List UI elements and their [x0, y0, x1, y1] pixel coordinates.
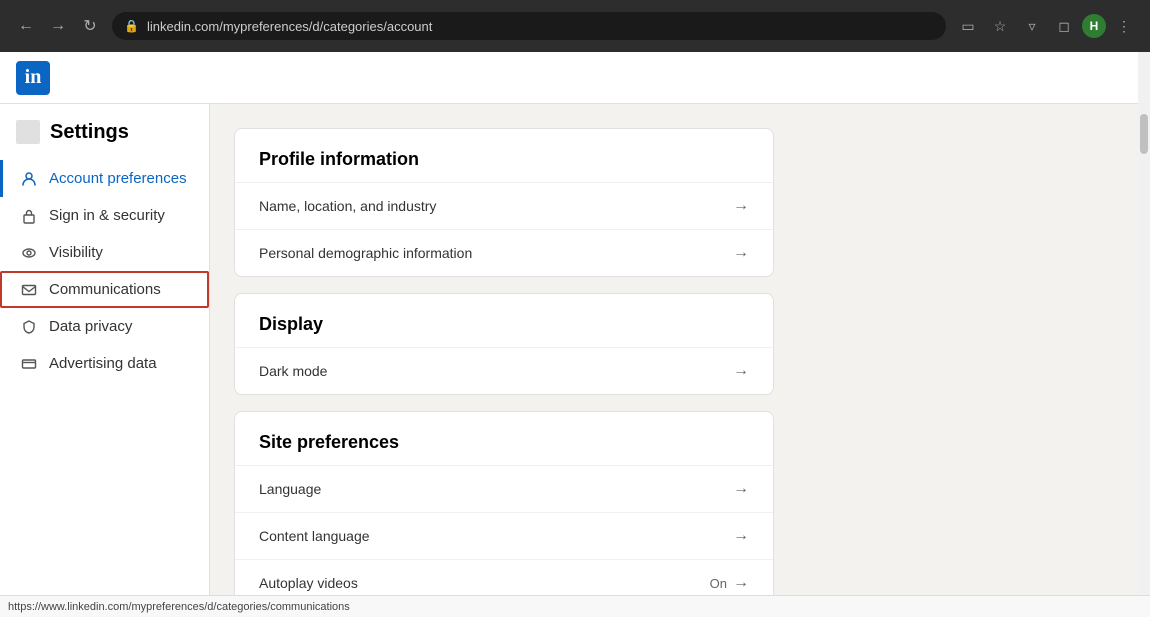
linkedin-logo[interactable]: in: [16, 61, 50, 95]
profile-information-card: Profile information Name, location, and …: [234, 128, 774, 277]
settings-title: Settings: [50, 121, 129, 144]
scrollbar-thumb: [1140, 114, 1148, 154]
lock-icon: 🔒: [124, 19, 139, 33]
display-title: Display: [235, 294, 773, 347]
sidebar-toggle-button[interactable]: ◻: [1050, 12, 1078, 40]
personal-demographic-arrow: →: [733, 244, 749, 262]
name-location-label: Name, location, and industry: [259, 198, 436, 214]
cast-button[interactable]: ▭: [954, 12, 982, 40]
status-url: https://www.linkedin.com/mypreferences/d…: [8, 601, 350, 613]
settings-icon: [16, 120, 40, 144]
sidebar-item-data-privacy[interactable]: Data privacy: [0, 308, 209, 345]
sidebar-item-label-data-privacy: Data privacy: [49, 318, 132, 335]
display-card: Display Dark mode →: [234, 293, 774, 395]
user-avatar-button[interactable]: H: [1082, 14, 1106, 38]
forward-button[interactable]: →: [44, 12, 72, 40]
main-area: Settings Account preferences: [0, 104, 1150, 595]
bookmark-button[interactable]: ☆: [986, 12, 1014, 40]
autoplay-videos-arrow: →: [733, 574, 749, 592]
linkedin-header: in: [0, 52, 1150, 104]
sidebar-item-communications[interactable]: Communications: [0, 271, 209, 308]
settings-title-area: Settings: [0, 120, 209, 160]
data-privacy-icon: [19, 319, 39, 335]
autoplay-videos-value: On: [710, 576, 727, 591]
content-language-item[interactable]: Content language →: [235, 512, 773, 559]
site-preferences-title: Site preferences: [235, 412, 773, 465]
content-language-arrow: →: [733, 527, 749, 545]
browser-nav-buttons: ← → ↻: [12, 12, 104, 40]
name-location-arrow: →: [733, 197, 749, 215]
reload-button[interactable]: ↻: [76, 12, 104, 40]
personal-demographic-label: Personal demographic information: [259, 245, 472, 261]
advertising-data-icon: [19, 356, 39, 372]
site-preferences-card: Site preferences Language → Content lang…: [234, 411, 774, 595]
content-language-label: Content language: [259, 528, 370, 544]
personal-demographic-item[interactable]: Personal demographic information →: [235, 229, 773, 276]
content-area: Profile information Name, location, and …: [210, 104, 1138, 595]
language-right: →: [733, 480, 749, 498]
scrollbar-right[interactable]: [1138, 104, 1150, 595]
browser-chrome: ← → ↻ 🔒 linkedin.com/mypreferences/d/cat…: [0, 0, 1150, 52]
app-container: in Settings Account preferences: [0, 52, 1150, 595]
sidebar-item-label-advertising: Advertising data: [49, 355, 157, 372]
sidebar-item-label-communications: Communications: [49, 281, 161, 298]
sidebar-item-label-visibility: Visibility: [49, 244, 103, 261]
browser-actions: ▭ ☆ ▿ ◻ H ⋮: [954, 12, 1138, 40]
content-language-right: →: [733, 527, 749, 545]
dark-mode-arrow: →: [733, 362, 749, 380]
visibility-icon: [19, 245, 39, 261]
sidebar-item-sign-in-security[interactable]: Sign in & security: [0, 197, 209, 234]
autoplay-videos-label: Autoplay videos: [259, 575, 358, 591]
menu-button[interactable]: ⋮: [1110, 12, 1138, 40]
sign-in-security-icon: [19, 208, 39, 224]
profile-information-title: Profile information: [235, 129, 773, 182]
url-text: linkedin.com/mypreferences/d/categories/…: [147, 19, 432, 34]
sidebar-item-advertising-data[interactable]: Advertising data: [0, 345, 209, 382]
autoplay-videos-item[interactable]: Autoplay videos On →: [235, 559, 773, 595]
autoplay-videos-right: On →: [710, 574, 749, 592]
language-arrow: →: [733, 480, 749, 498]
sidebar-item-visibility[interactable]: Visibility: [0, 234, 209, 271]
back-button[interactable]: ←: [12, 12, 40, 40]
communications-icon: [19, 282, 39, 298]
header-scrollbar-area: [1138, 52, 1150, 104]
account-preferences-icon: [19, 171, 39, 187]
name-location-industry-item[interactable]: Name, location, and industry →: [235, 182, 773, 229]
dark-mode-item[interactable]: Dark mode →: [235, 347, 773, 394]
status-bar: https://www.linkedin.com/mypreferences/d…: [0, 595, 1150, 617]
extensions-button[interactable]: ▿: [1018, 12, 1046, 40]
language-item[interactable]: Language →: [235, 465, 773, 512]
sidebar-item-label-account: Account preferences: [49, 170, 187, 187]
sidebar-item-account-preferences[interactable]: Account preferences: [0, 160, 209, 197]
sidebar-item-label-security: Sign in & security: [49, 207, 165, 224]
dark-mode-label: Dark mode: [259, 363, 327, 379]
address-bar[interactable]: 🔒 linkedin.com/mypreferences/d/categorie…: [112, 12, 946, 40]
sidebar: Settings Account preferences: [0, 104, 210, 595]
language-label: Language: [259, 481, 321, 497]
sidebar-nav: Account preferences Sign in & security: [0, 160, 209, 382]
